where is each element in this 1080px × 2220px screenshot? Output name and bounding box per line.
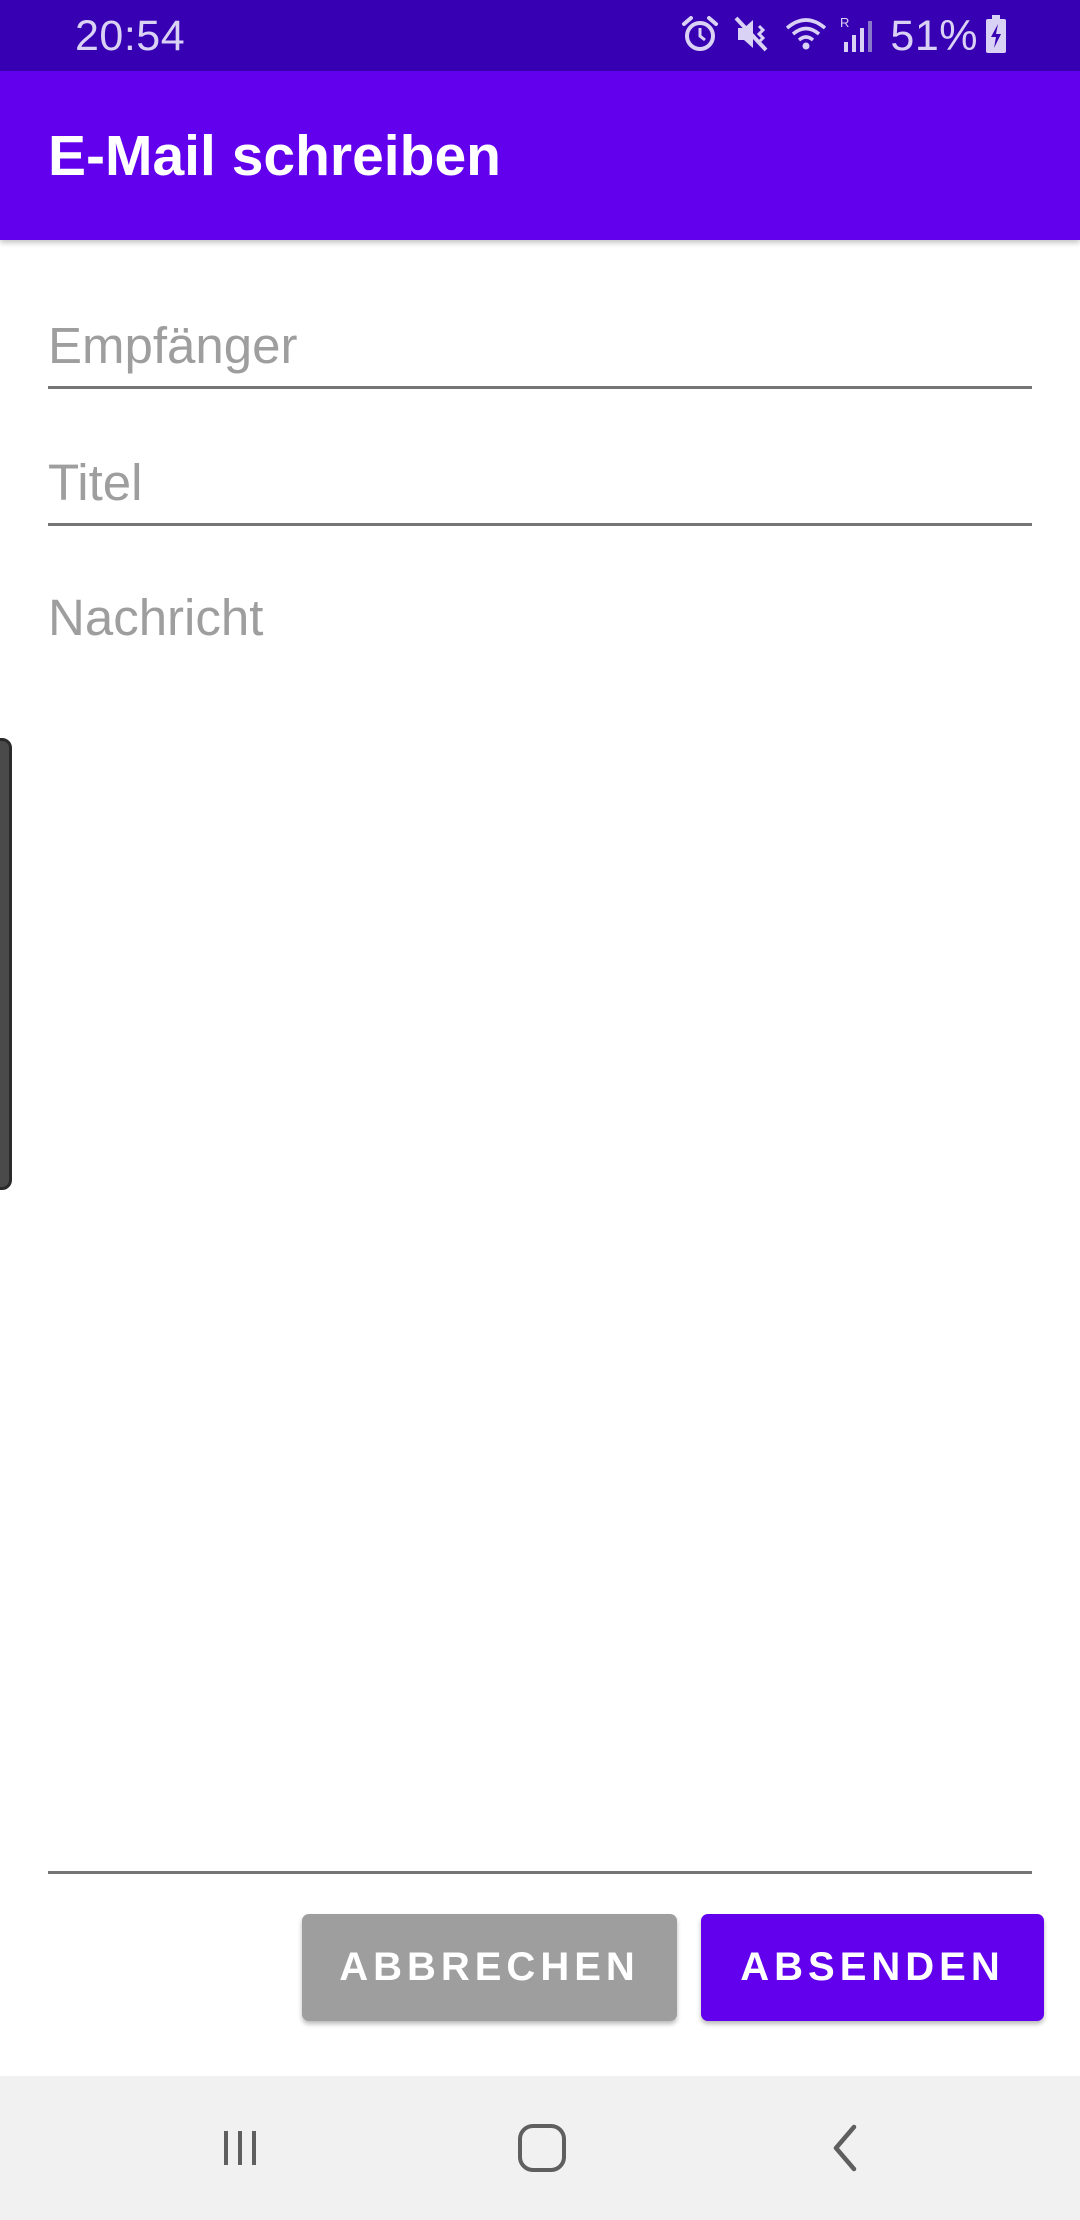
battery-charging-icon bbox=[984, 14, 1008, 59]
message-placeholder: Nachricht bbox=[48, 589, 264, 646]
app-bar: E-Mail schreiben bbox=[0, 71, 1080, 240]
recipient-placeholder: Empfänger bbox=[48, 317, 298, 374]
status-icons: R 51% bbox=[668, 12, 1008, 60]
subject-placeholder: Titel bbox=[48, 454, 143, 511]
recipient-field[interactable]: Empfänger bbox=[48, 312, 1032, 389]
edge-panel-handle[interactable] bbox=[0, 738, 12, 1190]
cancel-button[interactable]: ABBRECHEN bbox=[302, 1914, 677, 2021]
send-button[interactable]: ABSENDEN bbox=[701, 1914, 1044, 2021]
signal-icon: R bbox=[840, 14, 876, 59]
status-bar: 20:54 R 51% bbox=[0, 0, 1080, 71]
page-title: E-Mail schreiben bbox=[48, 124, 501, 188]
navigation-bar bbox=[0, 2076, 1080, 2220]
battery-percent: 51% bbox=[890, 12, 978, 60]
back-icon[interactable] bbox=[806, 2112, 886, 2184]
recent-apps-icon[interactable] bbox=[200, 2112, 280, 2184]
subject-field[interactable]: Titel bbox=[48, 447, 1032, 526]
vibrate-mute-icon bbox=[732, 14, 772, 59]
alarm-icon bbox=[680, 14, 720, 59]
home-icon[interactable] bbox=[502, 2112, 582, 2184]
wifi-icon bbox=[784, 14, 828, 59]
message-field[interactable]: Nachricht bbox=[48, 584, 1032, 1874]
svg-text:R: R bbox=[840, 15, 849, 30]
status-time: 20:54 bbox=[75, 12, 186, 60]
